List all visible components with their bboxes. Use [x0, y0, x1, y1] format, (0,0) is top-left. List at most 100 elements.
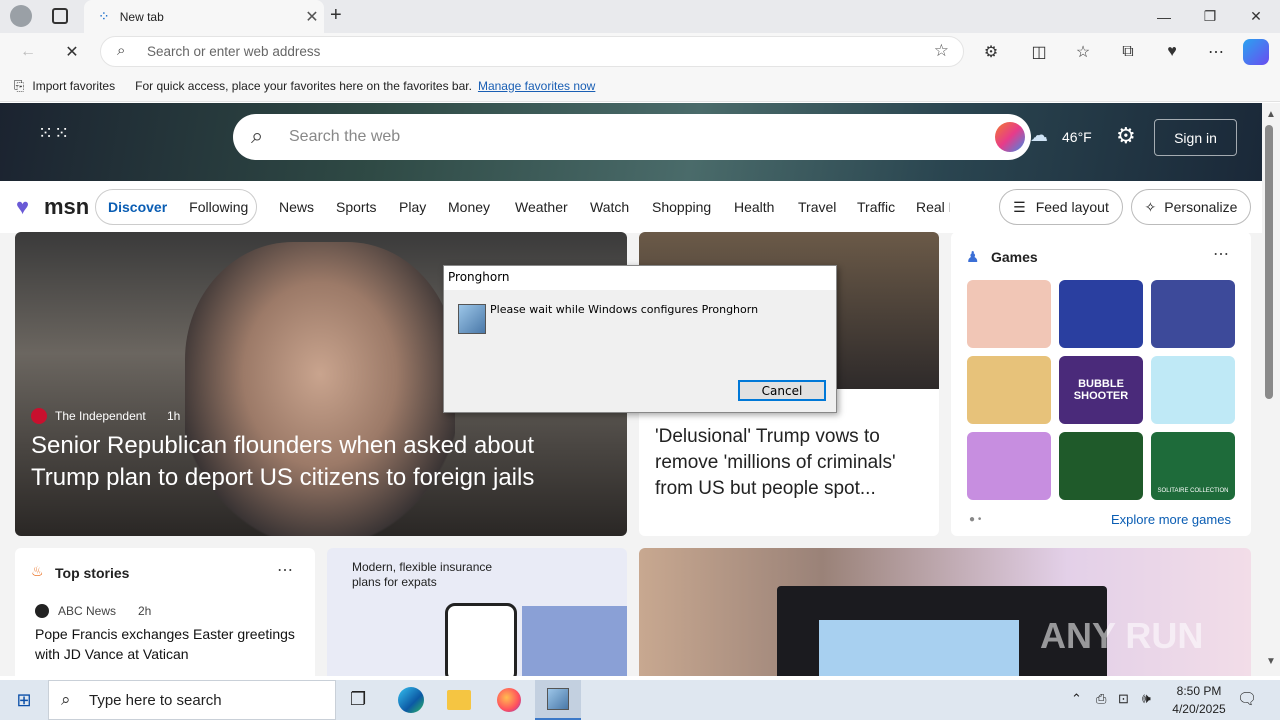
import-favorites[interactable]: Import favorites	[32, 79, 115, 93]
weather-icon: ☁	[1030, 125, 1048, 145]
tab-discover[interactable]: Discover	[108, 199, 167, 215]
back-icon[interactable]: ←	[13, 37, 43, 67]
msn-logo[interactable]: msn	[44, 194, 89, 220]
taskbar: ⊞ ⌕ Type here to search ❐ ⌃ ⎙ ⊡ 🕪 8:50 P…	[0, 680, 1280, 720]
copilot-icon[interactable]	[1243, 39, 1269, 65]
ad-card[interactable]: Modern, flexible insurance plans for exp…	[327, 548, 627, 676]
games-more-icon[interactable]: ⋯	[1213, 244, 1229, 264]
taskbar-search[interactable]: ⌕ Type here to search	[48, 680, 336, 720]
game-tile-4[interactable]	[967, 356, 1051, 424]
games-card: ♟ Games ⋯ BUBBLE SHOOTER SOLITAIRE COLLE…	[951, 232, 1251, 536]
split-screen-icon[interactable]: ◫	[1024, 37, 1054, 67]
hero-headline[interactable]: Senior Republican flounders when asked a…	[31, 430, 591, 494]
more-options-icon[interactable]: ⋯	[1201, 37, 1231, 67]
nav-travel[interactable]: Travel	[798, 199, 836, 215]
apps-grid-icon[interactable]: ⁙⁙	[38, 124, 69, 148]
notifications-icon[interactable]: 🗨	[1237, 689, 1257, 709]
ad-phone-image	[445, 603, 517, 676]
second-headline[interactable]: 'Delusional' Trump vows to remove 'milli…	[655, 424, 930, 502]
file-explorer-icon[interactable]	[447, 690, 471, 710]
page-scrollbar[interactable]: ▲ ▼	[1262, 103, 1280, 676]
firefox-icon[interactable]	[497, 688, 521, 712]
ts-headline[interactable]: Pope Francis exchanges Easter greetings …	[35, 624, 305, 664]
nav-real-estate[interactable]: Real E	[916, 199, 950, 215]
tab-actions-icon[interactable]	[52, 8, 68, 24]
favorites-hint: For quick access, place your favorites h…	[135, 78, 472, 93]
game-tile-mahjong[interactable]	[1151, 356, 1235, 424]
top-stories-card: ♨ Top stories ⋯ ABC News 2h Pope Francis…	[15, 548, 315, 676]
installer-icon	[458, 304, 486, 334]
tab-new-tab[interactable]: ⁘ New tab ✕	[84, 0, 324, 33]
abc-news-icon	[35, 604, 49, 618]
extensions-icon[interactable]: ⚙	[976, 37, 1006, 67]
start-button[interactable]: ⊞	[0, 680, 48, 720]
web-search-box[interactable]: ⌕ Search the web	[233, 114, 1031, 160]
nav-sports[interactable]: Sports	[336, 199, 376, 215]
nav-weather[interactable]: Weather	[515, 199, 568, 215]
game-tile-bubble-shooter[interactable]: BUBBLE SHOOTER	[1059, 356, 1143, 424]
video-screen-image	[819, 620, 1019, 676]
copilot-search-icon[interactable]	[995, 122, 1025, 152]
manage-favorites-link[interactable]: Manage favorites now	[478, 79, 595, 93]
close-tab-icon[interactable]: ✕	[300, 7, 324, 27]
favorites-icon[interactable]: ☆	[1068, 37, 1098, 67]
ad-text: Modern, flexible insurance plans for exp…	[352, 560, 493, 589]
installer-taskbar-icon[interactable]	[535, 680, 581, 720]
tray-device-icon[interactable]: ⎙	[1096, 691, 1106, 707]
clock-date[interactable]: 4/20/2025	[1166, 702, 1232, 716]
clock-time[interactable]: 8:50 PM	[1170, 684, 1228, 698]
scroll-up-icon[interactable]: ▲	[1266, 109, 1276, 120]
dialog-cancel-button[interactable]: Cancel	[738, 380, 826, 401]
hero-time: 1h	[167, 409, 181, 423]
tab-following[interactable]: Following	[189, 199, 248, 215]
address-bar[interactable]: ⌕ Search or enter web address ☆	[100, 36, 964, 67]
game-tile-7[interactable]	[967, 432, 1051, 500]
nav-health[interactable]: Health	[734, 199, 774, 215]
scroll-down-icon[interactable]: ▼	[1266, 656, 1276, 667]
restore-button[interactable]: ❐	[1187, 0, 1233, 33]
nav-play[interactable]: Play	[399, 199, 426, 215]
favorite-star-icon[interactable]: ☆	[934, 41, 949, 61]
task-view-icon[interactable]: ❐	[350, 689, 366, 710]
volume-icon[interactable]: 🕪	[1142, 690, 1151, 707]
profile-icon[interactable]	[10, 5, 32, 27]
feed-layout-button[interactable]: ☰ Feed layout	[999, 189, 1123, 225]
settings-icon[interactable]: ⚙	[1116, 123, 1136, 149]
favorites-bar: ⎘ Import favorites For quick access, pla…	[0, 70, 1280, 102]
game-tile-3[interactable]	[1151, 280, 1235, 348]
scroll-thumb[interactable]	[1265, 125, 1273, 399]
nav-traffic[interactable]: Traffic	[857, 199, 895, 215]
top-stories-more-icon[interactable]: ⋯	[277, 560, 293, 580]
nav-money[interactable]: Money	[448, 199, 490, 215]
hero-background: ⁙⁙ ⌕ Search the web ☁ 46°F ⚙ Sign in	[0, 103, 1262, 181]
dialog-title: Pronghorn	[444, 266, 836, 290]
show-hidden-icons[interactable]: ⌃	[1071, 691, 1082, 707]
game-tile-1[interactable]	[967, 280, 1051, 348]
sign-in-button[interactable]: Sign in	[1154, 119, 1237, 156]
nav-watch[interactable]: Watch	[590, 199, 629, 215]
web-search-icon: ⌕	[251, 123, 264, 148]
collections-icon[interactable]: ⧉	[1113, 37, 1143, 67]
network-icon[interactable]: ⊡	[1118, 691, 1129, 707]
game-tile-solitaire[interactable]: SOLITAIRE COLLECTION	[1151, 432, 1235, 500]
nav-shopping[interactable]: Shopping	[652, 199, 711, 215]
watermark: ANY RUN	[1040, 615, 1204, 656]
game-tile-8[interactable]	[1059, 432, 1143, 500]
games-icon: ♟	[966, 249, 980, 266]
explore-more-games[interactable]: Explore more games	[1111, 512, 1231, 527]
close-window-button[interactable]: ✕	[1233, 0, 1279, 33]
minimize-button[interactable]: —	[1141, 0, 1187, 33]
stop-loading-icon[interactable]: ✕	[57, 37, 87, 67]
browser-essentials-icon[interactable]: ♥	[1157, 37, 1187, 67]
games-title: Games	[991, 249, 1038, 265]
installer-taskbar-glyph	[547, 688, 569, 710]
new-tab-button[interactable]: +	[330, 4, 342, 27]
personalize-button[interactable]: ✧ Personalize	[1131, 189, 1251, 225]
taskbar-search-placeholder: Type here to search	[89, 691, 222, 709]
nav-news[interactable]: News	[279, 199, 314, 215]
edge-icon[interactable]	[398, 687, 424, 713]
temperature[interactable]: 46°F	[1062, 129, 1092, 145]
loading-icon: ⁘	[98, 8, 110, 24]
game-tile-2[interactable]	[1059, 280, 1143, 348]
hero-source: The Independent	[55, 409, 146, 423]
